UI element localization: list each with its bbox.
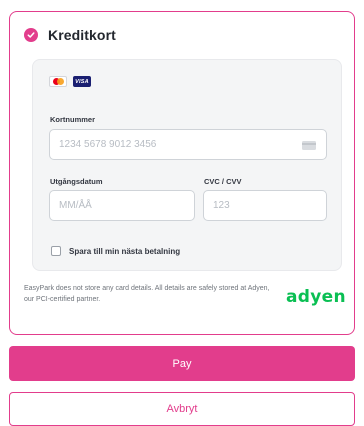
- save-card-label: Spara till min nästa betalning: [69, 246, 181, 256]
- payment-method-header[interactable]: Kreditkort: [24, 26, 116, 44]
- save-card-checkbox[interactable]: [51, 246, 61, 256]
- check-circle-icon: [24, 28, 38, 42]
- cvc-placeholder: 123: [213, 200, 230, 211]
- card-number-placeholder: 1234 5678 9012 3456: [59, 139, 157, 150]
- card-number-input[interactable]: 1234 5678 9012 3456: [49, 129, 327, 160]
- card-icon: [302, 141, 316, 150]
- card-number-label: Kortnummer: [50, 115, 96, 124]
- cvc-input[interactable]: 123: [203, 190, 327, 221]
- cvc-label: CVC / CVV: [204, 177, 242, 186]
- payment-method-card: Kreditkort VISA Kortnummer 1234 5678 901…: [9, 11, 355, 335]
- mastercard-icon: [49, 76, 67, 87]
- expiry-placeholder: MM/ÅÅ: [59, 200, 92, 211]
- expiry-input[interactable]: MM/ÅÅ: [49, 190, 195, 221]
- pay-button[interactable]: Pay: [9, 346, 355, 381]
- visa-icon: VISA: [73, 76, 91, 87]
- save-card-option[interactable]: Spara till min nästa betalning: [51, 246, 180, 256]
- cancel-button[interactable]: Avbryt: [9, 392, 355, 426]
- adyen-logo: adyen: [286, 287, 346, 307]
- card-brands: VISA: [49, 76, 91, 87]
- payment-method-title: Kreditkort: [48, 27, 116, 43]
- security-notice: EasyPark does not store any card details…: [24, 285, 270, 303]
- expiry-label: Utgångsdatum: [50, 177, 103, 186]
- card-form: VISA Kortnummer 1234 5678 9012 3456 Utgå…: [32, 59, 342, 271]
